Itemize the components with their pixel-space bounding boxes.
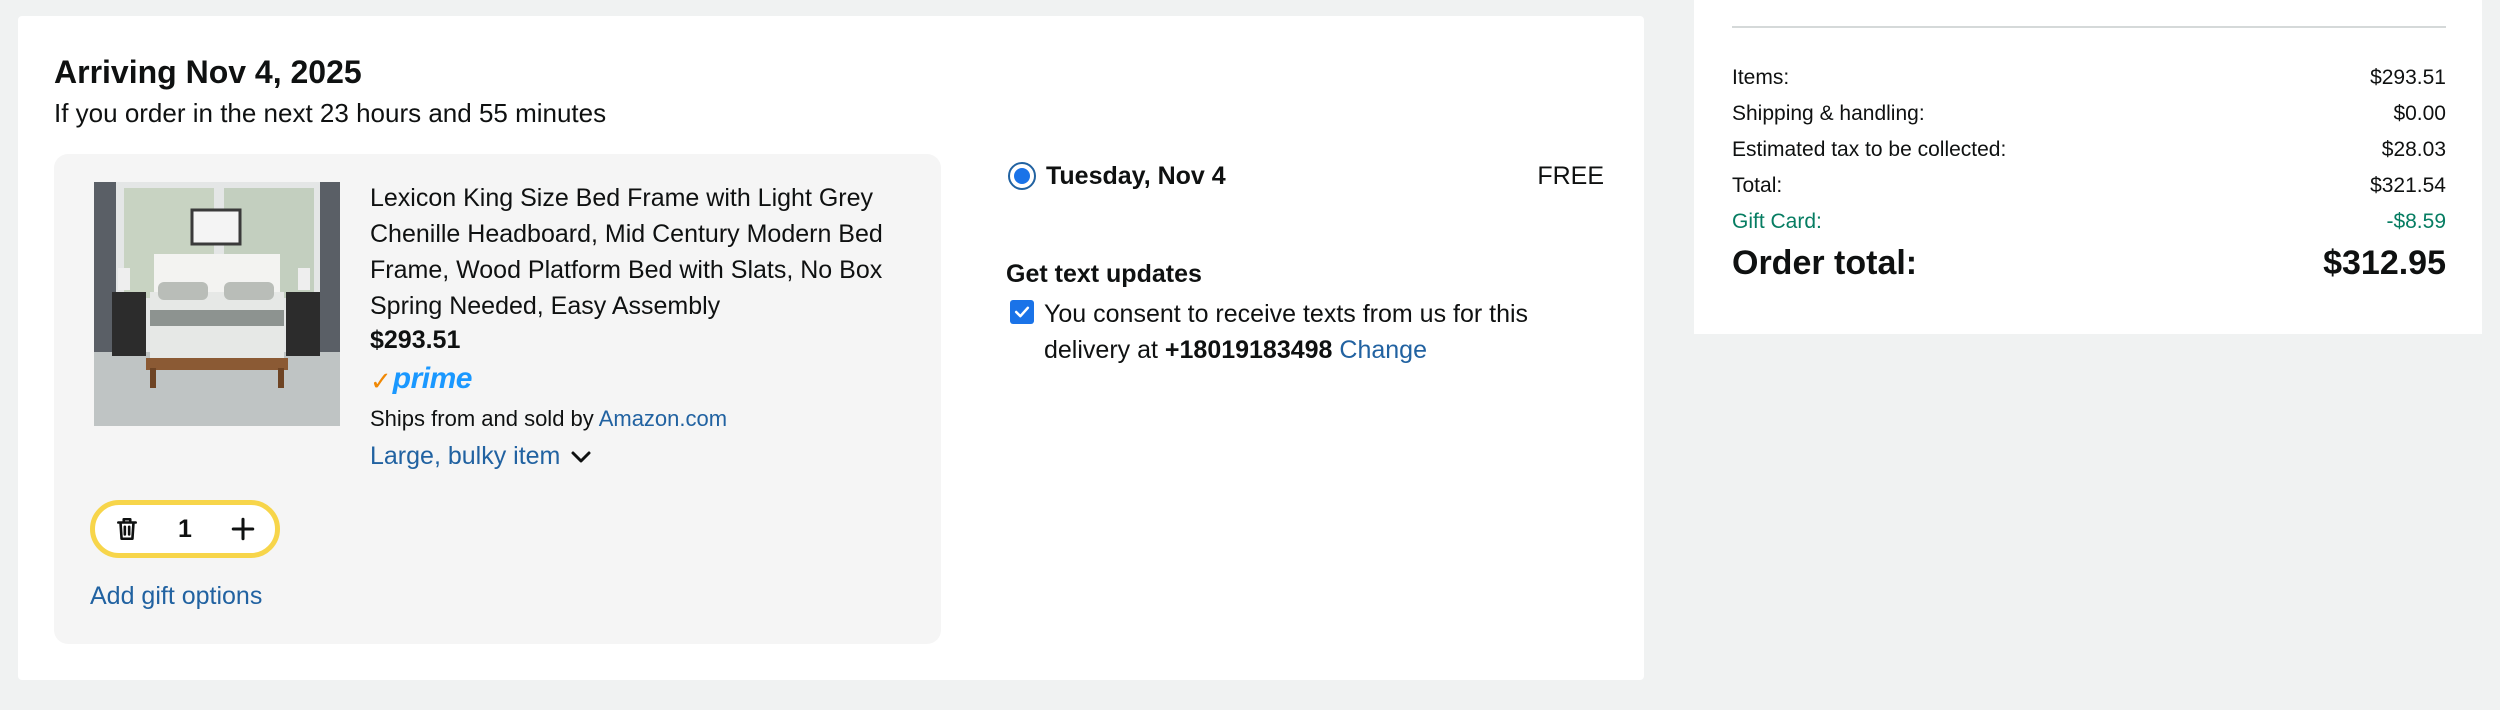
delivery-card: Arriving Nov 4, 2025 If you order in the… (18, 16, 1644, 680)
phone-number: +18019183498 (1164, 336, 1333, 364)
order-total-label: Order total: (1732, 244, 1918, 282)
prime-badge: ✓ prime (370, 362, 473, 396)
summary-value: -$8.59 (2386, 210, 2446, 233)
trash-icon (117, 517, 137, 541)
bulky-item-label: Large, bulky item (370, 442, 561, 470)
summary-row-total: Total: $321.54 (1732, 174, 2446, 198)
summary-value: $293.51 (2370, 66, 2446, 89)
delivery-option-date[interactable]: Tuesday, Nov 4 (1046, 162, 1226, 191)
delivery-option-price: FREE (1537, 162, 1604, 190)
arrival-heading: Arriving Nov 4, 2025 (54, 54, 362, 90)
increase-quantity-button[interactable] (229, 515, 257, 543)
bed-frame-icon (94, 182, 340, 426)
summary-label: Items: (1732, 66, 1790, 89)
prime-logo-text: prime (392, 362, 473, 395)
summary-label: Gift Card: (1732, 210, 1822, 233)
plus-icon (231, 517, 255, 541)
summary-row-items: Items: $293.51 (1732, 66, 2446, 90)
summary-label: Estimated tax to be collected: (1732, 138, 2007, 161)
summary-row-gift-card: Gift Card: -$8.59 (1732, 210, 2446, 234)
order-summary: Items: $293.51 Shipping & handling: $0.0… (1694, 0, 2482, 334)
quantity-value: 1 (178, 514, 192, 543)
delete-button[interactable] (113, 515, 141, 543)
product-title[interactable]: Lexicon King Size Bed Frame with Light G… (370, 180, 930, 324)
summary-divider (1732, 26, 2446, 28)
product-image[interactable] (94, 182, 340, 426)
summary-value: $321.54 (2370, 174, 2446, 197)
summary-label: Total: (1732, 174, 1783, 197)
order-total-value: $312.95 (2323, 244, 2446, 282)
cart-item: Lexicon King Size Bed Frame with Light G… (54, 154, 941, 644)
order-total-row: Order total: $312.95 (1732, 244, 2446, 283)
checkmark-icon (1014, 306, 1030, 318)
prime-check-icon: ✓ (370, 366, 392, 396)
summary-row-tax: Estimated tax to be collected: $28.03 (1732, 138, 2446, 162)
order-countdown: If you order in the next 23 hours and 55… (54, 98, 607, 128)
ships-from-line: Ships from and sold by Amazon.com (370, 406, 727, 432)
add-gift-options-link[interactable]: Add gift options (90, 582, 262, 611)
change-phone-link[interactable]: Change (1339, 336, 1427, 364)
bulky-item-toggle[interactable]: Large, bulky item (370, 442, 592, 471)
text-updates-heading: Get text updates (1006, 260, 1202, 288)
summary-value: $0.00 (2393, 102, 2446, 125)
ships-from-label: Ships from and sold by (370, 406, 594, 431)
quantity-stepper: 1 (90, 500, 280, 558)
seller-link[interactable]: Amazon.com (599, 406, 727, 431)
summary-row-shipping: Shipping & handling: $0.00 (1732, 102, 2446, 126)
delivery-option-radio[interactable] (1008, 162, 1036, 190)
summary-value: $28.03 (2381, 138, 2446, 161)
text-consent-label: You consent to receive texts from us for… (1044, 296, 1604, 368)
text-consent-checkbox[interactable] (1010, 300, 1034, 324)
chevron-down-icon (571, 451, 591, 462)
product-price: $293.51 (370, 326, 461, 354)
summary-label: Shipping & handling: (1732, 102, 1925, 125)
